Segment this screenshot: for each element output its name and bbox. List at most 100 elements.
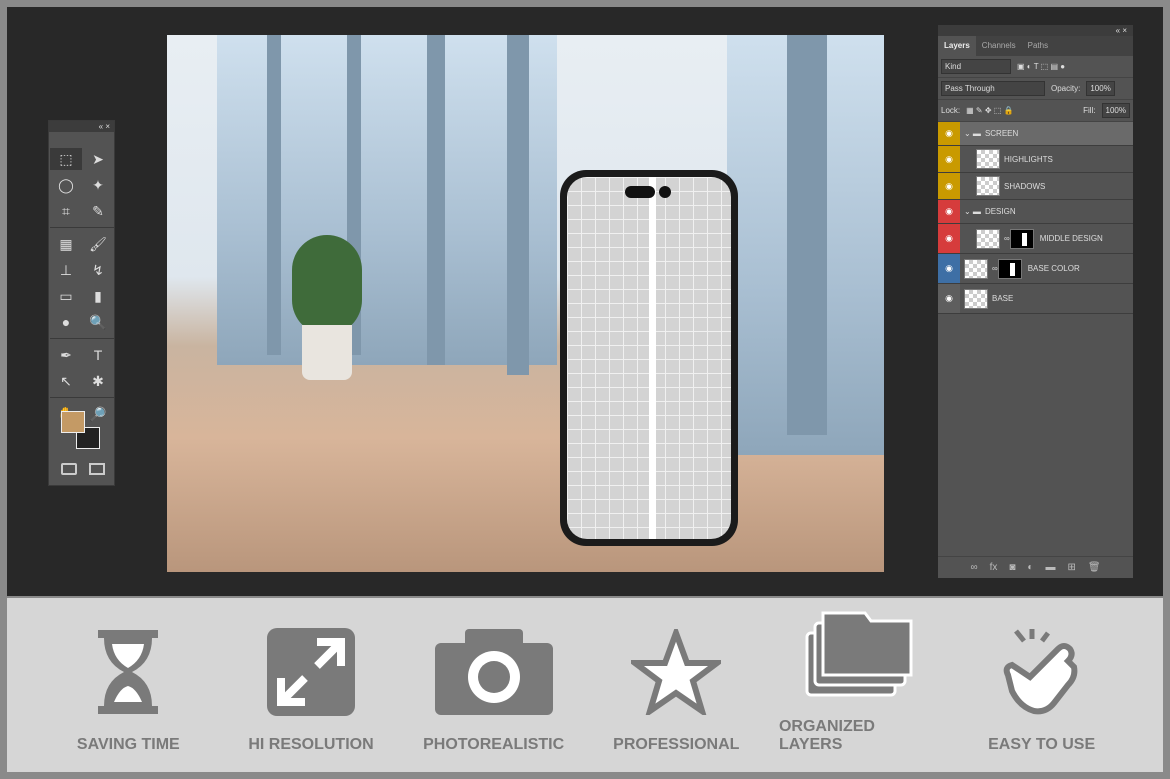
feature-label: PHOTOREALISTIC [423, 736, 565, 753]
feature-professional: PROFESSIONAL [596, 622, 756, 754]
layer-name: HIGHLIGHTS [1004, 154, 1053, 164]
visibility-eye-icon[interactable]: ◉ [938, 200, 960, 223]
collapse-button[interactable]: « [1116, 26, 1120, 35]
feature-label: HI RESOLUTION [248, 736, 374, 753]
feature-photorealistic: PHOTOREALISTIC [414, 622, 574, 754]
feature-label: EASY TO USE [988, 736, 1096, 753]
visibility-eye-icon[interactable]: ◉ [938, 254, 960, 283]
dodge-tool[interactable]: 🔍 [82, 311, 114, 333]
folder-icon[interactable]: ▬ [1045, 562, 1055, 573]
gradient-tool[interactable]: ▮ [82, 285, 114, 307]
layers-panel: « × Layers Channels Paths Kind ▣ ◐ T ⬚ ▤ … [938, 25, 1133, 578]
layer-row[interactable]: ◉ HIGHLIGHTS [938, 146, 1133, 173]
feature-label: SAVING TIME [76, 736, 180, 753]
layer-thumbnail [976, 176, 1000, 196]
layer-name: BASE COLOR [1027, 264, 1080, 273]
brush-tool[interactable]: 🖌 [82, 233, 114, 255]
layers-footer: ∞ fx ◙ ◐ ▬ ⊞ 🗑 [938, 556, 1133, 578]
marquee-tool[interactable]: ⬚ [50, 148, 82, 170]
tab-channels[interactable]: Channels [976, 36, 1022, 56]
stamp-tool[interactable]: ⊥ [50, 259, 82, 281]
lasso-tool[interactable]: ◯ [50, 174, 82, 196]
screen-mode-icon[interactable] [89, 463, 105, 475]
quick-mask-icon[interactable] [61, 463, 77, 475]
document-canvas[interactable] [167, 35, 884, 572]
lock-icons[interactable]: ▦ ✎ ✥ ⬚ 🔒 [966, 106, 1013, 115]
feature-label: ORGANIZED LAYERS [778, 718, 875, 753]
layer-thumbnail [976, 149, 1000, 169]
history-brush-tool[interactable]: ↯ [82, 259, 114, 281]
layer-thumbnail [964, 258, 988, 279]
tab-layers[interactable]: Layers [938, 36, 976, 56]
layer-row[interactable]: ◉ ⌄ ▬ SCREEN [938, 122, 1133, 146]
layer-row[interactable]: ◉ ∞ MIDDLE DESIGN [938, 224, 1133, 254]
visibility-eye-icon[interactable]: ◉ [938, 224, 960, 253]
crop-tool[interactable]: ⌗ [50, 200, 82, 222]
plant-pot [302, 325, 352, 380]
layer-thumbnail [964, 288, 988, 309]
features-strip: SAVING TIME HI RESOLUTION PHOTOREALISTIC… [7, 598, 1163, 772]
layer-row[interactable]: ◉ ∞ BASE COLOR [938, 254, 1133, 284]
opacity-input[interactable]: 100% [1086, 81, 1115, 96]
mask-icon[interactable]: ◙ [1009, 562, 1015, 573]
star-icon [631, 629, 722, 715]
feature-easy-to-use: EASY TO USE [962, 622, 1122, 754]
layer-thumbnail [976, 228, 1000, 249]
camera-dot [659, 186, 671, 198]
tools-panel: « × ⬚ ➤ ◯ ✦ ⌗ ✎ ▦ 🖌 ⊥ ↯ ▭ ▮ ● 🔍 ✒ T ↖ ✱ … [48, 120, 115, 486]
layer-row[interactable]: ◉ BASE [938, 284, 1133, 314]
link-icon[interactable]: ∞ [970, 562, 977, 573]
move-tool[interactable]: ➤ [82, 148, 114, 170]
foreground-color-swatch[interactable] [61, 411, 85, 433]
visibility-eye-icon[interactable]: ◉ [938, 146, 960, 172]
magic-wand-tool[interactable]: ✦ [82, 174, 114, 196]
layer-row[interactable]: ◉ ⌄ ▬ DESIGN [938, 200, 1133, 224]
healing-tool[interactable]: ▦ [50, 233, 82, 255]
divider [50, 227, 114, 228]
expand-icon [266, 628, 355, 716]
layer-name: DESIGN [984, 207, 1016, 216]
pen-tool[interactable]: ✒ [50, 344, 82, 366]
folder-icon: ⌄ ▬ [964, 129, 981, 138]
blend-mode-select[interactable]: Pass Through [941, 81, 1045, 96]
visibility-eye-icon[interactable]: ◉ [938, 173, 960, 199]
window-frame [427, 35, 445, 365]
opacity-label: Opacity: [1051, 84, 1081, 93]
feature-label: PROFESSIONAL [613, 736, 740, 753]
close-button[interactable]: × [1122, 26, 1127, 35]
filter-kind-select[interactable]: Kind [941, 59, 1011, 74]
type-tool[interactable]: T [82, 344, 114, 366]
close-button[interactable]: × [105, 122, 110, 131]
visibility-eye-icon[interactable]: ◉ [938, 284, 960, 313]
adjustment-icon[interactable]: ◐ [1027, 562, 1033, 573]
blur-tool[interactable]: ● [50, 311, 82, 333]
filter-icons[interactable]: ▣ ◐ T ⬚ ▤ ● [1017, 62, 1065, 71]
layer-row[interactable]: ◉ SHADOWS [938, 173, 1133, 200]
collapse-button[interactable]: « [99, 122, 103, 131]
trash-icon[interactable]: 🗑 [1088, 562, 1101, 573]
feature-hi-resolution: HI RESOLUTION [231, 622, 391, 754]
visibility-eye-icon[interactable]: ◉ [938, 122, 960, 145]
fx-icon[interactable]: fx [990, 562, 998, 573]
tab-paths[interactable]: Paths [1022, 36, 1054, 56]
divider [50, 338, 114, 339]
shape-tool[interactable]: ✱ [82, 370, 114, 392]
eyedropper-tool[interactable]: ✎ [82, 200, 114, 222]
layer-name: SCREEN [984, 129, 1019, 138]
eraser-tool[interactable]: ▭ [50, 285, 82, 307]
path-selection-tool[interactable]: ↖ [50, 370, 82, 392]
new-layer-icon[interactable]: ⊞ [1067, 562, 1075, 573]
window-frame [267, 35, 281, 355]
tap-hand-icon [1003, 629, 1077, 715]
fill-input[interactable]: 100% [1101, 103, 1130, 118]
layer-name: BASE [992, 294, 1014, 303]
fill-label: Fill: [1083, 106, 1096, 115]
layers-icon [805, 611, 913, 697]
layer-name: MIDDLE DESIGN [1039, 234, 1103, 243]
hourglass-icon [98, 630, 159, 714]
screen-stripe [649, 177, 656, 539]
feature-organized-layers: ORGANIZED LAYERS [779, 604, 939, 754]
layer-mask-thumbnail [1009, 228, 1034, 249]
zoom-tool[interactable]: 🔎 [82, 403, 114, 425]
camera-icon [434, 629, 553, 715]
